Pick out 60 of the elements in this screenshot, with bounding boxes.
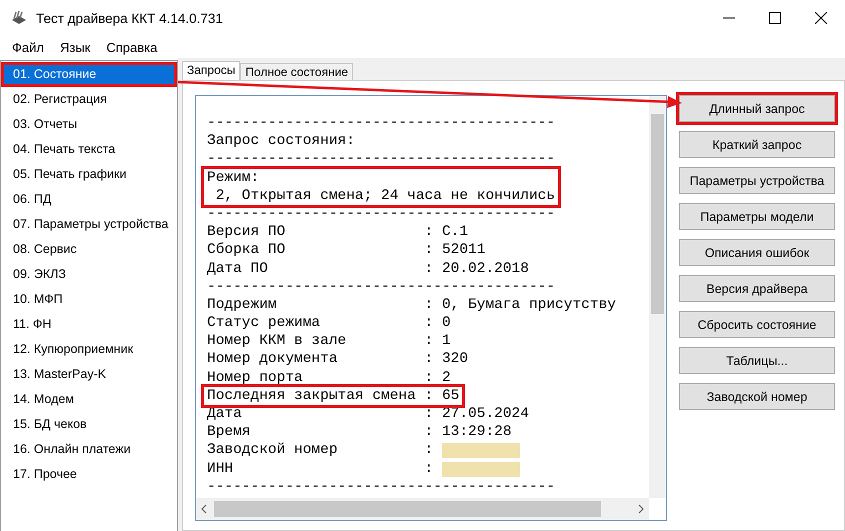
report-line: ИНН : (207, 460, 434, 478)
action-button[interactable]: Сбросить состояние (679, 311, 835, 338)
sidebar-item[interactable]: 06. ПД (1, 187, 177, 212)
report-line: Заводской номер : (207, 441, 434, 460)
report-line: Номер ККМ в зале : 1 (207, 332, 452, 350)
report-line: Номер порта : 2 (207, 368, 452, 387)
menu-item[interactable]: Файл (12, 40, 44, 54)
report-line: Сборка ПО : 52011 (207, 241, 486, 260)
app-icon (10, 10, 28, 26)
horizontal-scrollbar[interactable] (196, 498, 649, 520)
sidebar-item[interactable]: 03. Отчеты (1, 112, 177, 137)
sidebar-item[interactable]: 04. Печать текста (1, 137, 177, 162)
report-line: Режим: (207, 168, 260, 187)
sidebar-item[interactable]: 16. Онлайн платежи (1, 437, 177, 462)
sidebar-item[interactable]: 05. Печать графики (1, 162, 177, 187)
maximize-icon[interactable] (769, 12, 781, 24)
report-line: ---------------------------------------- (207, 478, 556, 496)
report-line: ---------------------------------------- (207, 204, 556, 224)
sidebar-item[interactable]: 17. Прочее (1, 462, 177, 487)
menu-item[interactable]: Язык (60, 40, 90, 54)
report-line: Время : 13:29:28 (207, 423, 513, 442)
report-line: Версия ПО : C.1 (207, 223, 470, 242)
sidebar-item[interactable]: 09. ЭКЛЗ (1, 262, 177, 287)
action-button[interactable]: Длинный запрос (679, 95, 835, 122)
report-line: Номер документа : 320 (207, 350, 470, 369)
report-line: Дата ПО : 20.02.2018 (207, 260, 530, 278)
sidebar-item[interactable]: 01. Состояние (1, 62, 177, 87)
close-icon[interactable] (815, 12, 827, 24)
sidebar-item[interactable]: 10. МФП (1, 287, 177, 312)
sidebar-item[interactable]: 07. Параметры устройства (1, 212, 177, 237)
vertical-scrollbar[interactable] (649, 96, 666, 498)
action-button[interactable]: Описания ошибок (679, 239, 835, 266)
report-line: Статус режима : 0 (207, 314, 452, 332)
report-line: 2, Открытая смена; 24 часа не кончились (214, 186, 556, 205)
sidebar-item[interactable]: 14. Модем (1, 387, 177, 412)
report-line: Запрос состояния: (207, 132, 356, 150)
sidebar-item[interactable]: 13. MasterPay-K (1, 362, 177, 387)
action-button[interactable]: Параметры устройства (679, 167, 835, 194)
menu-item[interactable]: Справка (106, 40, 158, 54)
tab[interactable]: Полное состояние (240, 63, 354, 80)
report-line: Подрежим : 0, Бумага присутству (207, 296, 616, 314)
report-line: ---------------------------------------- (207, 114, 556, 132)
report-line: ---------------------------------------- (207, 150, 556, 169)
sidebar-item[interactable]: 02. Регистрация (1, 87, 177, 112)
tab[interactable]: Запросы (182, 61, 240, 80)
sidebar-item[interactable]: 08. Сервис (1, 237, 177, 262)
window-title: Тест драйвера ККТ 4.14.0.731 (36, 10, 223, 26)
scroll-left-icon[interactable] (200, 504, 208, 514)
sidebar-item[interactable]: 12. Купюроприемник (1, 337, 177, 362)
sidebar-item[interactable]: 11. ФН (1, 312, 177, 337)
report-line: Дата : 27.05.2024 (207, 405, 530, 424)
scroll-right-icon[interactable] (637, 504, 645, 514)
action-button[interactable]: Таблицы... (679, 347, 835, 374)
action-button[interactable]: Версия драйвера (679, 275, 835, 302)
action-button[interactable]: Параметры модели (679, 203, 835, 230)
action-button[interactable]: Краткий запрос (679, 131, 835, 158)
sidebar-item[interactable]: 15. БД чеков (1, 412, 177, 437)
action-button[interactable]: Заводской номер (679, 383, 835, 410)
report-line: ---------------------------------------- (207, 278, 556, 296)
report-line: Последняя закрытая смена : 65 (207, 386, 460, 405)
